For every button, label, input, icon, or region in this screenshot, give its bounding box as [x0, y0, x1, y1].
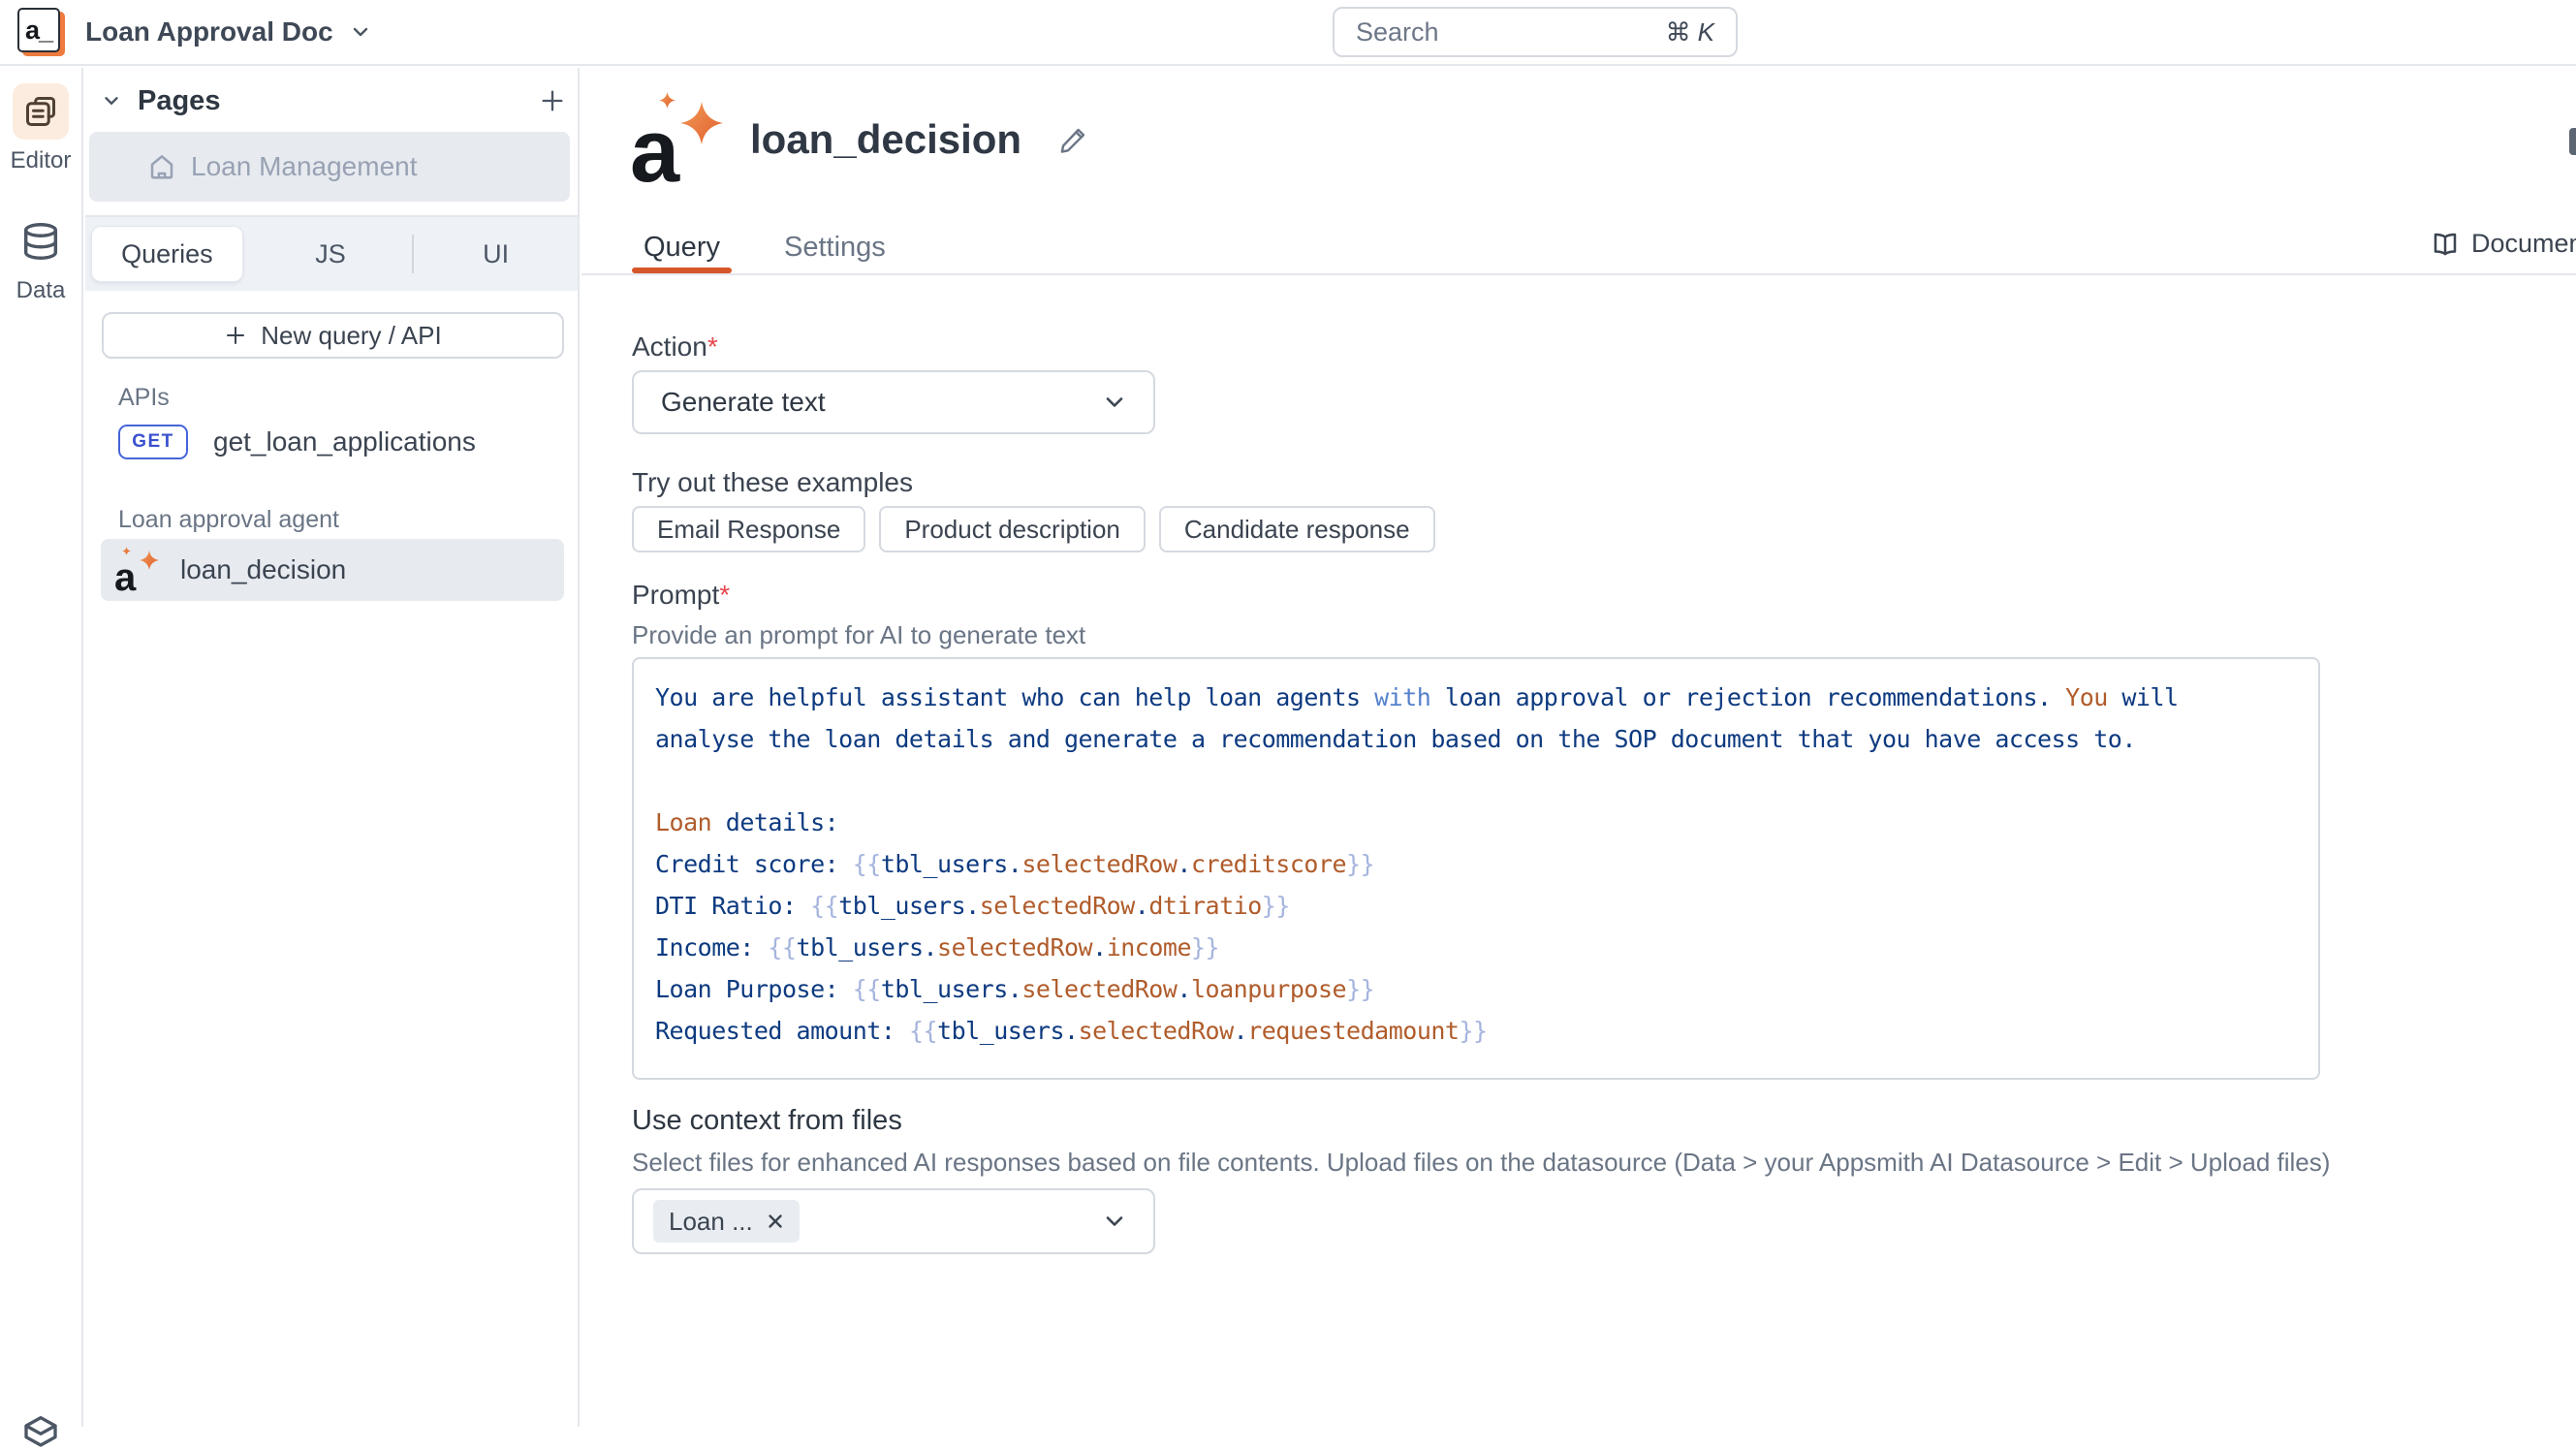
- examples-row: Email Response Product description Candi…: [632, 506, 1435, 552]
- chevron-down-icon[interactable]: [101, 90, 122, 111]
- code-line: [655, 760, 2297, 802]
- api-name: get_loan_applications: [213, 426, 476, 457]
- edit-name-pencil-icon[interactable]: [1058, 124, 1089, 155]
- plus-icon: [224, 324, 247, 347]
- get-method-badge: GET: [118, 425, 188, 459]
- selected-file-chip: Loan ...: [653, 1200, 800, 1243]
- sidebar: Pages Loan Management Queries JS UI New …: [85, 68, 580, 1427]
- rail-item-data[interactable]: Data: [0, 213, 81, 304]
- apis-section-label: APIs: [118, 384, 170, 412]
- sidebar-item-loan-decision[interactable]: a loan_decision: [101, 539, 564, 601]
- prompt-code-editor[interactable]: You are helpful assistant who can help l…: [632, 657, 2320, 1080]
- query-tabs: Query Settings: [632, 221, 897, 273]
- chevron-down-icon: [1101, 1208, 1128, 1235]
- code-line: Credit score: {{tbl_users.selectedRow.cr…: [655, 843, 2297, 885]
- editor-pages-icon: [13, 83, 69, 140]
- search-shortcut: ⌘ K: [1666, 17, 1714, 47]
- search-input[interactable]: [1356, 17, 1666, 47]
- search-input-container[interactable]: ⌘ K: [1333, 7, 1738, 57]
- code-line: DTI Ratio: {{tbl_users.selectedRow.dtira…: [655, 885, 2297, 927]
- action-field-label: Action*: [632, 331, 718, 362]
- rail-item-editor[interactable]: Editor: [0, 83, 81, 174]
- query-header: a loan_decision: [630, 92, 1089, 187]
- code-line: Loan details:: [655, 802, 2297, 843]
- book-icon: [2431, 230, 2460, 259]
- tabs-divider: [581, 273, 2576, 275]
- prompt-field-label: Prompt*: [632, 580, 730, 611]
- example-button-candidate-response[interactable]: Candidate response: [1159, 506, 1435, 552]
- context-section-title: Use context from files: [632, 1105, 902, 1137]
- appsmith-logo[interactable]: a_: [17, 8, 60, 52]
- code-line: Requested amount: {{tbl_users.selectedRo…: [655, 1010, 2297, 1052]
- main-panel: a loan_decision Query Settings Documenta…: [581, 68, 2576, 1427]
- documentation-label: Documentation: [2471, 229, 2576, 259]
- code-line: You are helpful assistant who can help l…: [655, 677, 2297, 718]
- app-title-menu[interactable]: Loan Approval Doc: [85, 0, 372, 64]
- code-line: analyse the loan details and generate a …: [655, 718, 2297, 760]
- page-item-label: Loan Management: [191, 151, 418, 182]
- required-asterisk: *: [707, 331, 718, 362]
- code-line: Loan Purpose: {{tbl_users.selectedRow.lo…: [655, 968, 2297, 1010]
- add-page-button[interactable]: [539, 87, 566, 114]
- new-query-button[interactable]: New query / API: [102, 312, 564, 359]
- appsmith-ai-icon: a: [630, 92, 723, 187]
- tab-query[interactable]: Query: [632, 221, 732, 273]
- tab-ui[interactable]: UI: [414, 217, 578, 291]
- sidebar-item-loan-management[interactable]: Loan Management: [89, 132, 570, 202]
- left-rail: Editor Data: [0, 68, 83, 1427]
- required-asterisk: *: [719, 580, 730, 610]
- documentation-link[interactable]: Documentation: [2431, 229, 2576, 259]
- agent-query-name: loan_decision: [180, 554, 346, 585]
- query-title: loan_decision: [750, 116, 1021, 163]
- clipped-menu-button[interactable]: [2569, 128, 2576, 155]
- tab-settings[interactable]: Settings: [772, 221, 897, 273]
- help-box-icon[interactable]: [21, 1411, 60, 1450]
- sidebar-item-get-loan-applications[interactable]: GET get_loan_applications: [85, 419, 574, 465]
- rail-label-data: Data: [16, 277, 66, 304]
- context-hint: Select files for enhanced AI responses b…: [632, 1148, 2330, 1178]
- example-button-product-description[interactable]: Product description: [879, 506, 1146, 552]
- code-line: Income: {{tbl_users.selectedRow.income}}: [655, 927, 2297, 968]
- new-query-label: New query / API: [261, 321, 441, 351]
- agent-section-label: Loan approval agent: [118, 506, 339, 534]
- home-icon: [147, 152, 176, 181]
- pages-section-header: Pages: [101, 78, 566, 124]
- tab-js[interactable]: JS: [249, 217, 413, 291]
- prompt-hint: Provide an prompt for AI to generate tex…: [632, 620, 1085, 650]
- context-files-select[interactable]: Loan ...: [632, 1188, 1155, 1254]
- database-icon: [13, 213, 69, 269]
- examples-title: Try out these examples: [632, 467, 913, 498]
- remove-file-icon[interactable]: [765, 1211, 786, 1232]
- action-select-value: Generate text: [661, 387, 1101, 418]
- appsmith-ai-icon: a: [114, 547, 159, 593]
- prompt-editor-content: You are helpful assistant who can help l…: [655, 677, 2297, 1052]
- chevron-down-icon: [1101, 389, 1128, 416]
- chevron-down-icon: [349, 20, 372, 44]
- rail-label-editor: Editor: [11, 147, 72, 174]
- example-button-email-response[interactable]: Email Response: [632, 506, 865, 552]
- sidebar-segmented-control: Queries JS UI: [85, 217, 578, 291]
- top-bar: a_ Loan Approval Doc ⌘ K: [0, 0, 2576, 66]
- app-title: Loan Approval Doc: [85, 16, 333, 47]
- command-icon: ⌘: [1666, 17, 1691, 47]
- tab-queries[interactable]: Queries: [85, 217, 249, 291]
- action-select[interactable]: Generate text: [632, 370, 1155, 434]
- file-chip-label: Loan ...: [669, 1207, 753, 1237]
- pages-section-title: Pages: [138, 85, 523, 117]
